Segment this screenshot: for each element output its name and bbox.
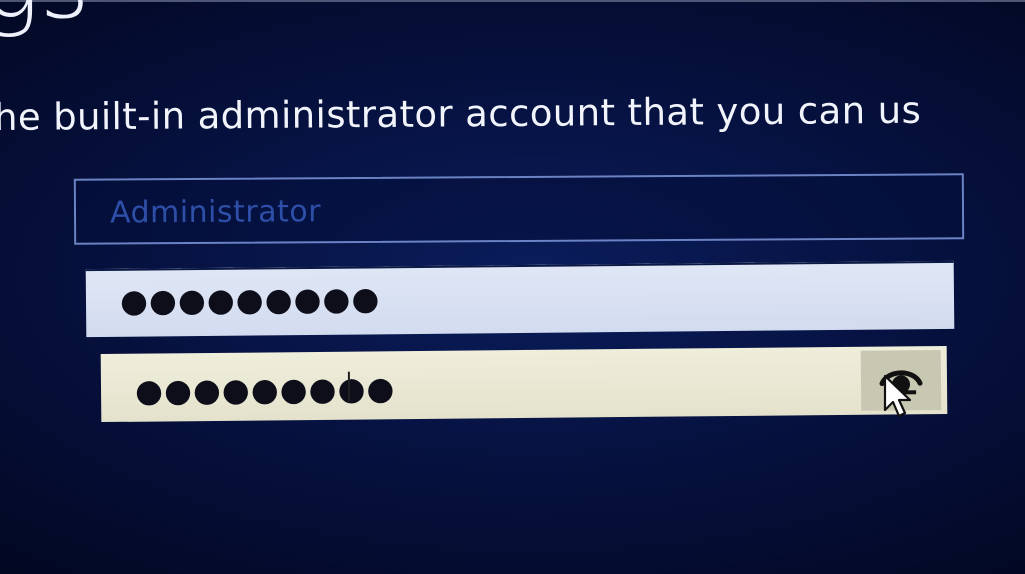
- page-heading: gs: [0, 0, 90, 32]
- confirm-password-masked-value: ●●●●●●●●●: [134, 369, 396, 410]
- mouse-pointer-icon: [883, 374, 912, 418]
- password-masked-value: ●●●●●●●●●: [119, 279, 381, 320]
- password-field[interactable]: ●●●●●●●●●: [85, 260, 955, 338]
- text-caret: [347, 371, 351, 402]
- username-field[interactable]: Administrator: [73, 173, 965, 245]
- confirm-password-field[interactable]: ●●●●●●●●●: [100, 345, 948, 423]
- screen-top-edge: [0, 0, 1025, 2]
- username-value: Administrator: [109, 194, 322, 231]
- description-text: he built-in administrator account that y…: [0, 88, 922, 139]
